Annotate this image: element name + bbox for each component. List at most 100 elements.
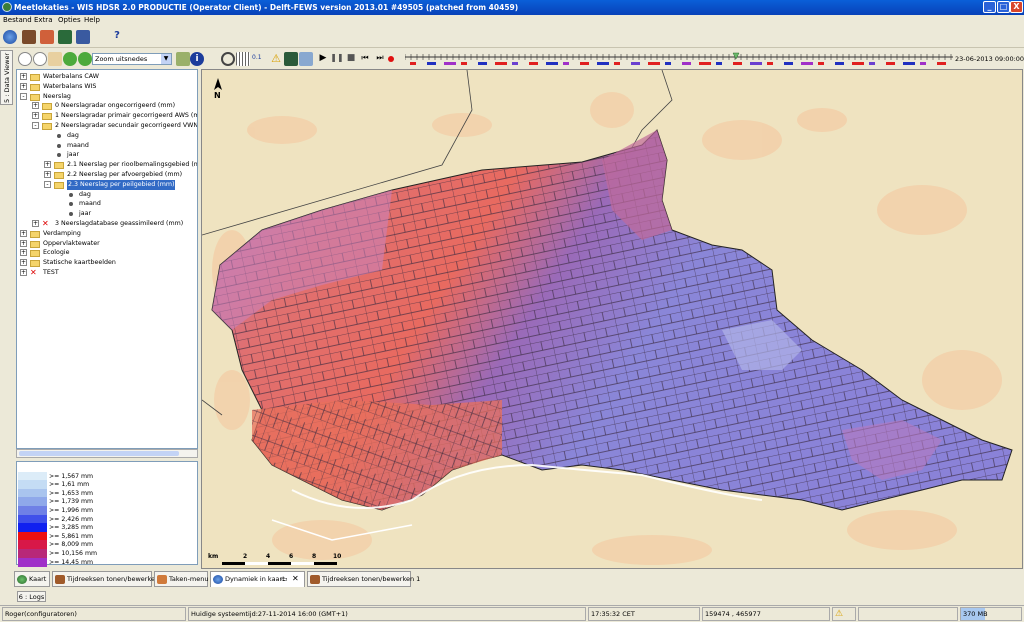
tree-item-label: 2 Neerslagradar secundair gecorrigeerd V… xyxy=(55,122,198,129)
collapse-icon[interactable]: - xyxy=(44,180,51,188)
books-icon[interactable] xyxy=(22,30,36,44)
expand-icon[interactable]: + xyxy=(20,269,27,276)
memory-indicator[interactable]: 370 MB xyxy=(960,607,1022,621)
layers-icon[interactable] xyxy=(176,52,190,66)
tree-item-label: 2.3 Neerslag per peilgebied (mm) xyxy=(67,179,176,190)
tree-item[interactable]: + Statische kaartbeelden xyxy=(17,258,197,268)
time-availability-segment xyxy=(869,62,875,65)
expand-icon[interactable]: + xyxy=(20,249,27,257)
expand-icon[interactable]: + xyxy=(20,229,27,237)
time-slider-thumb[interactable] xyxy=(732,52,740,60)
zoom-extent-select[interactable]: Zoom uitsnedes ▼ xyxy=(92,53,172,65)
expand-icon[interactable]: + xyxy=(32,112,39,120)
data-viewer-side-tab[interactable]: 5 : Data Viewer xyxy=(0,50,13,105)
restore-tab-icon[interactable]: ▭ xyxy=(281,572,288,586)
folder-open-icon xyxy=(54,181,64,189)
expand-icon[interactable]: + xyxy=(32,220,39,227)
monitor-icon[interactable] xyxy=(58,30,72,44)
tree-item[interactable]: + ✕ 3 Neerslagdatabase geassimileerd (mm) xyxy=(17,219,197,229)
export-icon[interactable] xyxy=(299,52,313,66)
expand-icon[interactable]: + xyxy=(44,161,51,169)
pause-icon[interactable]: ❚❚ xyxy=(330,53,344,67)
tab-taken-menu[interactable]: Taken-menu xyxy=(154,571,208,587)
users-icon[interactable] xyxy=(40,30,54,44)
expand-icon[interactable]: + xyxy=(44,171,51,178)
users-icon xyxy=(157,575,167,584)
step-label[interactable]: 0.1 xyxy=(252,54,262,61)
play-icon[interactable]: ▶ xyxy=(316,53,330,67)
expand-icon[interactable]: + xyxy=(20,259,27,267)
tab-tijdreeksen[interactable]: Tijdreeksen tonen/bewerken xyxy=(52,571,159,587)
scroll-thumb[interactable] xyxy=(19,451,179,456)
time-availability-segment xyxy=(495,62,507,65)
chart-icon[interactable] xyxy=(284,52,298,66)
tree-item[interactable]: maand xyxy=(17,141,197,151)
close-button[interactable]: X xyxy=(1010,1,1023,13)
menu-bestand[interactable]: Bestand xyxy=(3,16,32,24)
info-icon[interactable]: i xyxy=(190,52,204,66)
tree-horizontal-scrollbar[interactable] xyxy=(16,449,198,458)
menu-extra[interactable]: Extra xyxy=(34,16,52,24)
time-availability-segment xyxy=(512,62,518,65)
tree-item-label: Statische kaartbeelden xyxy=(43,259,116,267)
tree-item[interactable]: + Oppervlaktewater xyxy=(17,239,197,249)
map-canvas[interactable]: N km 2 4 6 8 10 xyxy=(202,70,1023,569)
collapse-icon[interactable]: - xyxy=(20,92,27,100)
forward-arrow-icon[interactable] xyxy=(78,52,92,66)
folder-icon xyxy=(30,240,40,248)
warning-icon[interactable]: ⚠ xyxy=(832,607,856,621)
bullet-icon xyxy=(69,202,73,207)
tree-item[interactable]: + Ecologie xyxy=(17,248,197,258)
tree-item[interactable]: - 2 Neerslagradar secundair gecorrigeerd … xyxy=(17,121,197,131)
tree-item[interactable]: + Waterbalans WIS xyxy=(17,82,197,92)
collapse-icon[interactable]: - xyxy=(32,122,39,129)
tree-item-label: 2.1 Neerslag per rioolbemalingsgebied (m… xyxy=(67,161,198,169)
expand-icon[interactable]: + xyxy=(20,239,27,247)
tree-item[interactable]: dag xyxy=(17,131,197,141)
logs-tab[interactable]: 6 : Logs xyxy=(17,591,46,602)
step-back-icon[interactable]: ⏮ xyxy=(358,53,372,67)
expand-icon[interactable]: + xyxy=(32,102,39,110)
tab-kaart[interactable]: Kaart xyxy=(14,571,50,587)
tree-item[interactable]: maand xyxy=(17,199,197,209)
time-slider[interactable] xyxy=(405,50,953,68)
tree-item[interactable]: +2.1 Neerslag per rioolbemalingsgebied (… xyxy=(17,160,197,170)
tab-dynamiek-in-kaart[interactable]: Dynamiek in kaart ▭ ✕ xyxy=(210,571,305,587)
minimize-button[interactable]: _ xyxy=(983,1,996,13)
menu-help[interactable]: Help xyxy=(84,16,100,24)
maximize-button[interactable]: □ xyxy=(997,1,1010,13)
warning-icon[interactable]: ⚠ xyxy=(269,52,283,66)
folder-open-icon xyxy=(30,93,40,101)
tree-item[interactable]: + ✕ TEST xyxy=(17,268,197,278)
time-availability-segment xyxy=(444,62,456,65)
globe-icon[interactable] xyxy=(3,30,17,44)
zoom-out-icon[interactable] xyxy=(33,52,47,66)
map-view[interactable]: N km 2 4 6 8 10 xyxy=(201,69,1023,569)
grid-icon[interactable] xyxy=(236,52,250,66)
database-icon[interactable] xyxy=(76,30,90,44)
zoom-in-icon[interactable] xyxy=(18,52,32,66)
tree-item[interactable]: jaar xyxy=(17,209,197,219)
help-icon[interactable]: ? xyxy=(110,30,124,44)
tree-item[interactable]: +1 Neerslagradar primair gecorrigeerd AW… xyxy=(17,111,197,121)
time-availability-segment xyxy=(478,62,487,65)
step-forward-icon[interactable]: ⏭ xyxy=(373,53,387,67)
stop-icon[interactable]: ■ xyxy=(344,53,358,67)
tree-item[interactable]: dag xyxy=(17,190,197,200)
back-arrow-icon[interactable] xyxy=(63,52,77,66)
pan-hand-icon[interactable] xyxy=(48,52,62,66)
tree-item[interactable]: - Neerslag xyxy=(17,92,197,102)
record-icon[interactable] xyxy=(388,56,394,62)
tree-item[interactable]: + Waterbalans CAW xyxy=(17,72,197,82)
tree-item[interactable]: jaar xyxy=(17,150,197,160)
animation-icon[interactable] xyxy=(221,52,235,66)
tree-item[interactable]: +0 Neerslagradar ongecorrigeerd (mm) xyxy=(17,101,197,111)
tree-item[interactable]: +2.2 Neerslag per afvoergebied (mm) xyxy=(17,170,197,180)
close-tab-icon[interactable]: ✕ xyxy=(292,572,299,586)
tree-item[interactable]: + Verdamping xyxy=(17,229,197,239)
expand-icon[interactable]: + xyxy=(20,73,27,80)
tab-tijdreeksen-1[interactable]: Tijdreeksen tonen/bewerken 1 xyxy=(307,571,420,587)
tree-item[interactable]: - 2.3 Neerslag per peilgebied (mm) xyxy=(17,179,197,190)
expand-icon[interactable]: + xyxy=(20,82,27,90)
menu-opties[interactable]: Opties xyxy=(58,16,81,24)
